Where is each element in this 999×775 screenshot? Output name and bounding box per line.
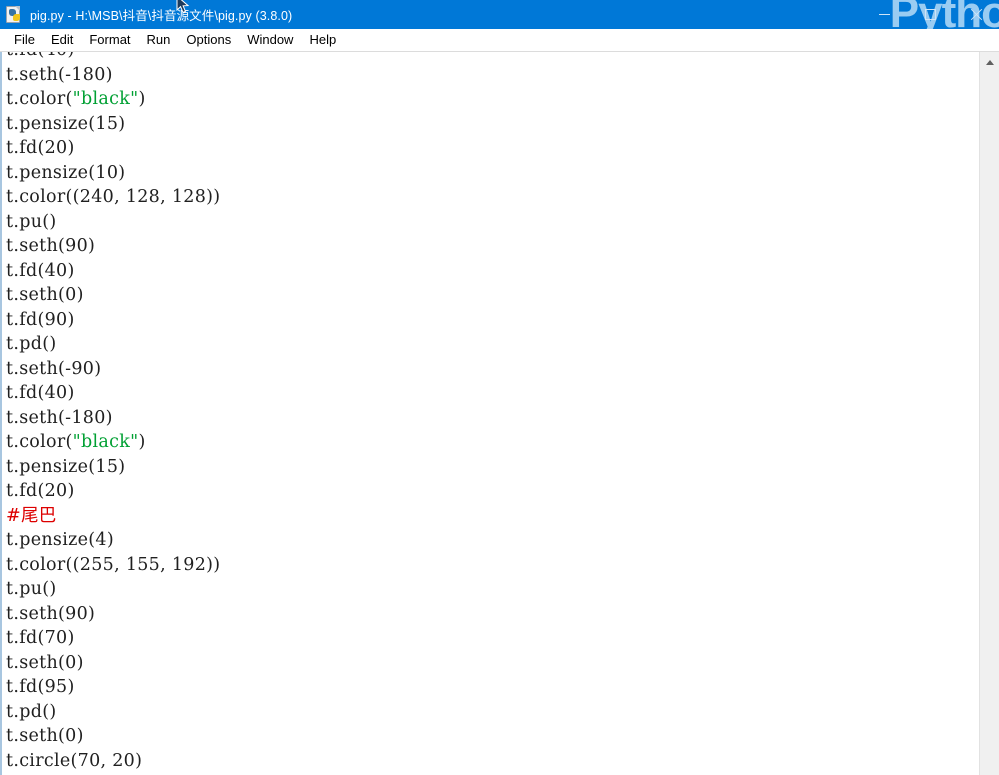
code-line: #尾巴 (6, 505, 57, 526)
source-code[interactable]: t.fd(40)t.seth(-180)t.color("black")t.pe… (6, 52, 220, 775)
menu-item-window[interactable]: Window (239, 29, 301, 51)
code-line: t.pensize(15) (6, 113, 126, 134)
code-line: t.fd(40) (6, 383, 75, 403)
idle-editor-window: pig.py - H:\MSB\抖音\抖音源文件\pig.py (3.8.0) … (0, 0, 999, 775)
window-controls (861, 0, 999, 29)
editor-area: t.fd(40)t.seth(-180)t.color("black")t.pe… (0, 52, 999, 775)
menu-item-format[interactable]: Format (81, 29, 138, 51)
code-editor[interactable]: t.fd(40)t.seth(-180)t.color("black")t.pe… (0, 52, 979, 775)
code-line: t.seth(0) (6, 652, 84, 673)
code-line: t.seth(90) (6, 236, 96, 256)
code-line: t.pd() (6, 701, 57, 722)
code-line: t.pensize(10) (6, 162, 126, 183)
code-line: t.color((240, 128, 128)) (6, 187, 221, 207)
code-line: t.fd(70) (6, 628, 75, 648)
code-line: t.fd(20) (6, 481, 75, 501)
code-line: t.color("black") (6, 89, 146, 109)
menu-item-run[interactable]: Run (139, 29, 179, 51)
code-line: t.seth(-180) (6, 64, 113, 85)
code-line: t.pensize(4) (6, 530, 114, 550)
vertical-scrollbar[interactable] (979, 52, 999, 775)
code-line: t.pensize(15) (6, 456, 126, 477)
scroll-up-arrow[interactable] (980, 52, 999, 72)
menu-bar: File Edit Format Run Options Window Help (0, 29, 999, 52)
minimize-button[interactable] (861, 0, 907, 29)
code-line: t.pu() (6, 211, 57, 232)
close-button[interactable] (953, 0, 999, 29)
python-file-icon (5, 5, 23, 24)
menu-item-options[interactable]: Options (178, 29, 239, 51)
code-line: t.color((255, 155, 192)) (6, 554, 221, 575)
code-line: t.seth(-180) (6, 407, 113, 428)
menu-item-edit[interactable]: Edit (43, 29, 81, 51)
code-line: t.seth(90) (6, 603, 96, 624)
code-line: t.pd() (6, 334, 57, 354)
menu-item-help[interactable]: Help (301, 29, 344, 51)
code-line: t.fd(40) (6, 52, 220, 63)
code-line: t.circle(70, 20) (6, 750, 143, 771)
maximize-button[interactable] (907, 0, 953, 29)
code-line: t.fd(40) (6, 260, 75, 281)
code-line: t.fd(90) (6, 309, 75, 330)
code-line: t.fd(20) (6, 138, 75, 158)
code-line: t.fd(95) (6, 677, 75, 697)
code-line: t.color("black") (6, 432, 146, 452)
scrollbar-thumb[interactable] (980, 72, 999, 192)
menu-item-file[interactable]: File (6, 29, 43, 51)
code-line: t.seth(-90) (6, 358, 102, 379)
code-line: t.pu() (6, 579, 57, 599)
window-title: pig.py - H:\MSB\抖音\抖音源文件\pig.py (3.8.0) (30, 9, 293, 23)
code-line: t.seth(0) (6, 285, 84, 305)
title-bar: pig.py - H:\MSB\抖音\抖音源文件\pig.py (3.8.0) … (0, 0, 999, 29)
code-line: t.seth(0) (6, 726, 84, 746)
